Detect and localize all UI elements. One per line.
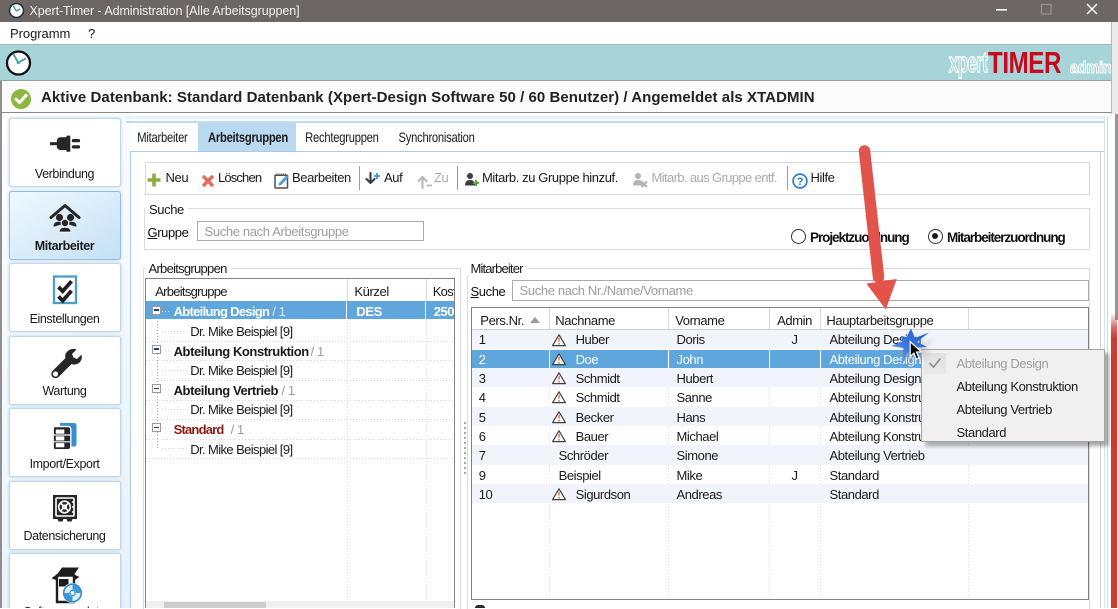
svg-text:?: ?: [796, 176, 803, 188]
